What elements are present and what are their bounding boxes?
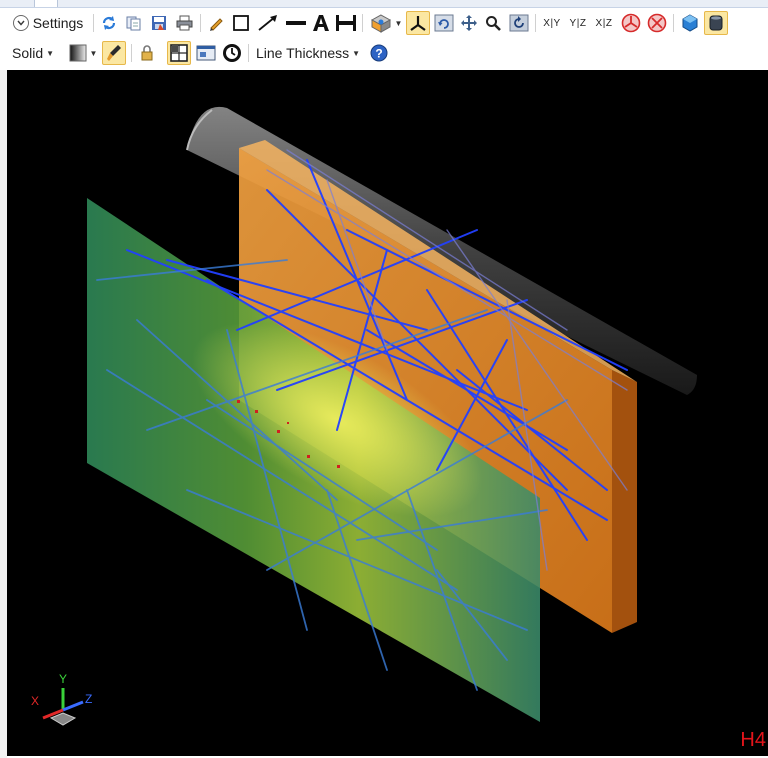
line-thickness-dropdown[interactable]: Line Thickness ▼ [256, 41, 366, 65]
line-icon [286, 21, 306, 25]
printer-icon [176, 15, 192, 31]
pencil-tool-button[interactable] [205, 11, 227, 35]
line-thickness-label: Line Thickness [256, 45, 350, 61]
arrow-tool-button[interactable] [255, 11, 281, 35]
toolbar-separator [200, 14, 201, 32]
axis-triad: X Y Z [29, 672, 99, 740]
toolbar-separator [131, 44, 132, 62]
rectangle-tool-button[interactable] [230, 11, 252, 35]
caret-down-icon: ▼ [352, 48, 361, 58]
clock-button[interactable] [220, 41, 244, 65]
caret-down-icon: ▼ [394, 18, 403, 28]
window-tab[interactable] [34, 0, 58, 7]
copy-icon [126, 16, 141, 31]
layout-grid-icon [170, 44, 188, 62]
toolbar-row-2: Solid ▼ ▼ Line Thickness ▼ ? [0, 38, 768, 68]
xy-view-label: X|Y [543, 17, 561, 29]
lock-icon [141, 45, 153, 61]
toolbar-separator [93, 14, 94, 32]
axes-icon [410, 16, 426, 31]
yz-view-label: Y|Z [569, 17, 587, 29]
magnifier-icon [486, 16, 501, 31]
axes-view-button[interactable] [406, 11, 430, 35]
help-button[interactable]: ? [368, 41, 390, 65]
axis-x-label: X [31, 694, 40, 708]
pencil-icon [210, 18, 223, 31]
axis-y-label: Y [59, 672, 68, 686]
left-panel-edge [0, 70, 7, 758]
print-button[interactable] [173, 11, 195, 35]
copy-button[interactable] [123, 11, 145, 35]
view-cube-icon [370, 14, 391, 33]
arrow-icon [258, 15, 277, 31]
zoom-button[interactable] [482, 11, 504, 35]
help-icon: ? [370, 44, 388, 62]
color-scheme-dropdown[interactable]: ▼ [67, 41, 99, 65]
refresh-icon [102, 16, 116, 30]
render-mode-dropdown[interactable]: Solid ▼ [12, 41, 64, 65]
solid-view-button[interactable] [704, 11, 728, 35]
3d-viewport[interactable]: X Y Z H4 [7, 70, 768, 756]
rotate-view-button[interactable] [432, 11, 456, 35]
toolbar-separator [248, 44, 249, 62]
caret-down-icon: ▼ [46, 48, 55, 58]
gradient-icon [69, 44, 87, 62]
shaded-model-scene [87, 106, 697, 722]
window-layout-button[interactable] [194, 41, 218, 65]
window-icon [196, 45, 216, 61]
layout-single-button[interactable] [167, 41, 191, 65]
window-top-strip [0, 0, 768, 8]
toolbar-separator [673, 14, 674, 32]
rotate-cw-button[interactable] [645, 11, 669, 35]
line-tool-button[interactable] [284, 11, 308, 35]
pan-button[interactable] [458, 11, 480, 35]
toolbar-separator [362, 14, 363, 32]
dimension-tool-button[interactable] [334, 11, 358, 35]
rotate-ccw-icon [621, 13, 641, 33]
reset-view-button[interactable] [507, 11, 531, 35]
caret-down-icon: ▼ [89, 48, 98, 58]
brush-tool-button[interactable] [102, 41, 126, 65]
save-image-button[interactable] [148, 11, 170, 35]
text-icon [313, 15, 329, 31]
axis-z-label: Z [85, 692, 93, 706]
rotate-icon [434, 14, 454, 32]
shaded-view-button[interactable] [678, 11, 702, 35]
lock-button[interactable] [136, 41, 158, 65]
toolbar-row-1: Settings ▼ X|Y Y|Z X|Z [0, 8, 768, 38]
rotate-cw-icon [647, 13, 667, 33]
text-tool-button[interactable] [310, 11, 332, 35]
reset-view-icon [509, 14, 529, 32]
view-xz-button[interactable]: X|Z [592, 11, 616, 35]
cube-icon [682, 14, 698, 32]
cylinder-icon [709, 15, 723, 31]
settings-button[interactable]: Settings [6, 11, 90, 35]
xz-view-label: X|Z [595, 17, 613, 29]
rotate-ccw-button[interactable] [619, 11, 643, 35]
settings-label: Settings [32, 15, 84, 31]
view-xy-button[interactable]: X|Y [540, 11, 564, 35]
move-icon [461, 15, 477, 31]
toolbar-separator [535, 14, 536, 32]
dimension-icon [336, 15, 356, 31]
render-mode-label: Solid [12, 45, 44, 61]
brush-icon [107, 45, 121, 61]
svg-text:?: ? [375, 47, 382, 61]
rectangle-icon [233, 15, 249, 31]
view-yz-button[interactable]: Y|Z [566, 11, 590, 35]
save-image-icon [152, 16, 166, 30]
view-direction-dropdown[interactable]: ▼ [368, 11, 404, 35]
clock-icon [223, 44, 241, 62]
viewport-corner-label: H4 [740, 729, 766, 751]
refresh-button[interactable] [98, 11, 120, 35]
chevron-down-icon [12, 15, 29, 31]
